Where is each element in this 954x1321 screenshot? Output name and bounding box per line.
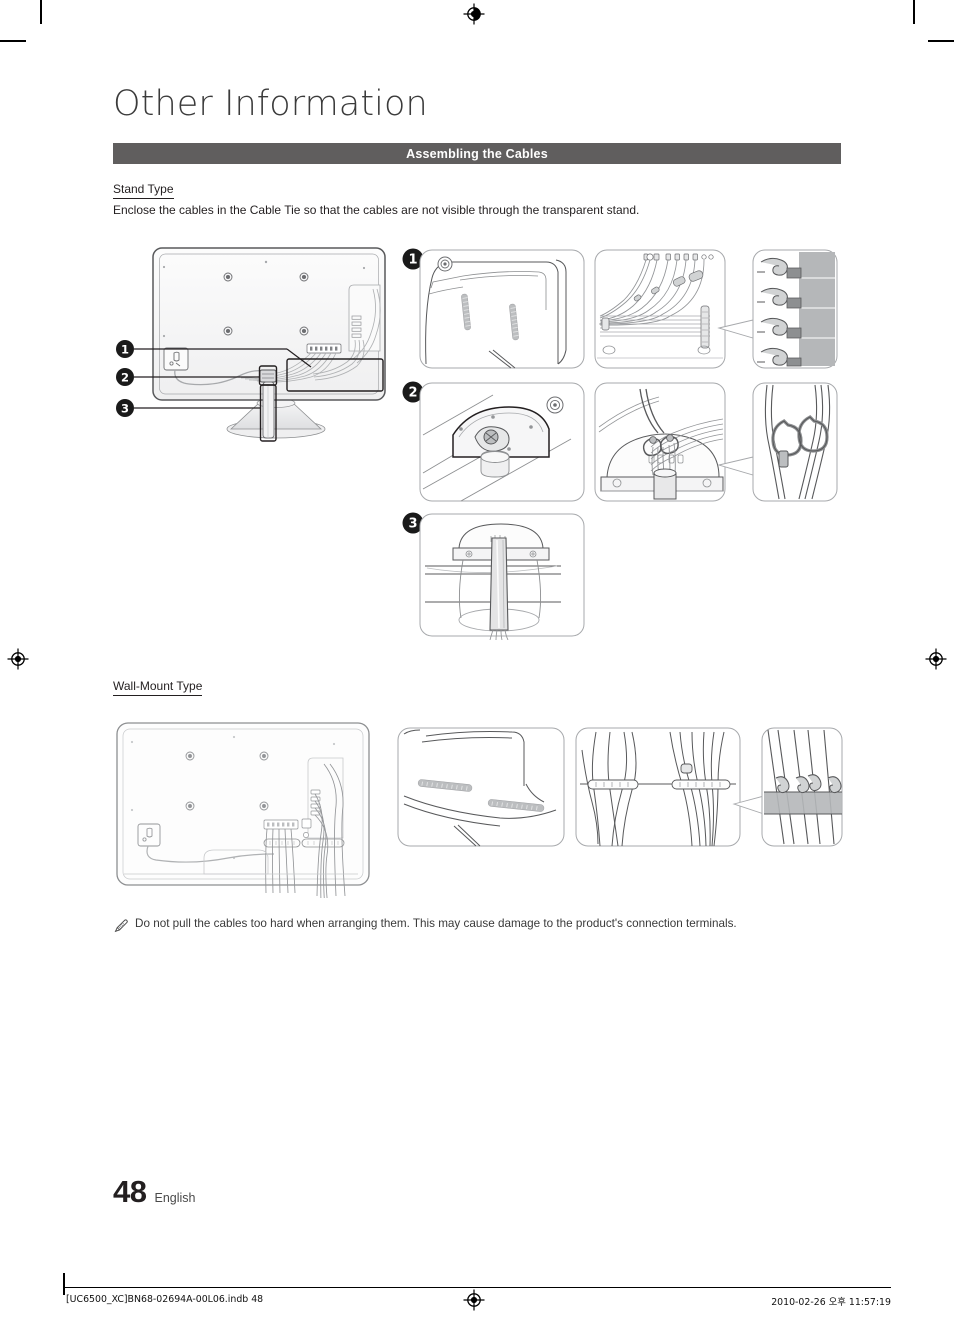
figure-stand-tv-rear: 1 2 3 <box>111 243 401 448</box>
subheading-wall-mount-type: Wall-Mount Type <box>113 679 203 696</box>
pencil-note-icon <box>113 918 129 934</box>
figure-step-1: 1 <box>401 246 841 371</box>
svg-text:3: 3 <box>408 517 417 532</box>
svg-text:2: 2 <box>121 371 129 385</box>
svg-text:3: 3 <box>121 402 129 416</box>
crop-mark-top-right-horizontal <box>928 40 954 42</box>
page-number: 48 <box>113 1174 147 1209</box>
footer-divider <box>63 1287 891 1288</box>
svg-text:1: 1 <box>121 343 129 357</box>
page-language-label: English <box>154 1191 196 1205</box>
note-text: Do not pull the cables too hard when arr… <box>135 917 737 930</box>
page-content: Other Information Assembling the Cables … <box>111 0 844 1321</box>
footer-timestamp: 2010-02-26 오후 11:57:19 <box>771 1297 891 1308</box>
page-title: Other Information <box>113 84 428 124</box>
crop-mark-bottom-left-vertical <box>63 1273 65 1295</box>
svg-text:1: 1 <box>408 253 417 268</box>
footer-file-reference: [UC6500_XC]BN68-02694A-00L06.indb 48 <box>66 1294 264 1305</box>
note-row: Do not pull the cables too hard when arr… <box>113 917 737 934</box>
page-number-block: 48 English <box>113 1174 195 1210</box>
crop-mark-top-left-vertical <box>40 0 42 24</box>
figure-wall-mount-steps <box>396 726 844 848</box>
stand-type-instruction: Enclose the cables in the Cable Tie so t… <box>113 203 640 217</box>
crop-mark-top-right-vertical <box>913 0 915 24</box>
callout-badge-2: 2 <box>116 368 134 386</box>
figure-wall-mount-tv-rear <box>112 718 380 898</box>
svg-text:2: 2 <box>408 386 417 401</box>
registration-target-icon-left <box>7 648 29 670</box>
callout-badge-1: 1 <box>116 340 134 358</box>
figure-step-2: 2 <box>401 379 841 504</box>
section-header-bar: Assembling the Cables <box>113 143 841 164</box>
figure-step-3: 3 <box>401 510 661 640</box>
subheading-stand-type: Stand Type <box>113 182 174 199</box>
registration-target-icon-right <box>925 648 947 670</box>
callout-badge-3: 3 <box>116 399 134 417</box>
crop-mark-top-left-horizontal <box>0 40 26 42</box>
section-header-label: Assembling the Cables <box>406 146 548 161</box>
